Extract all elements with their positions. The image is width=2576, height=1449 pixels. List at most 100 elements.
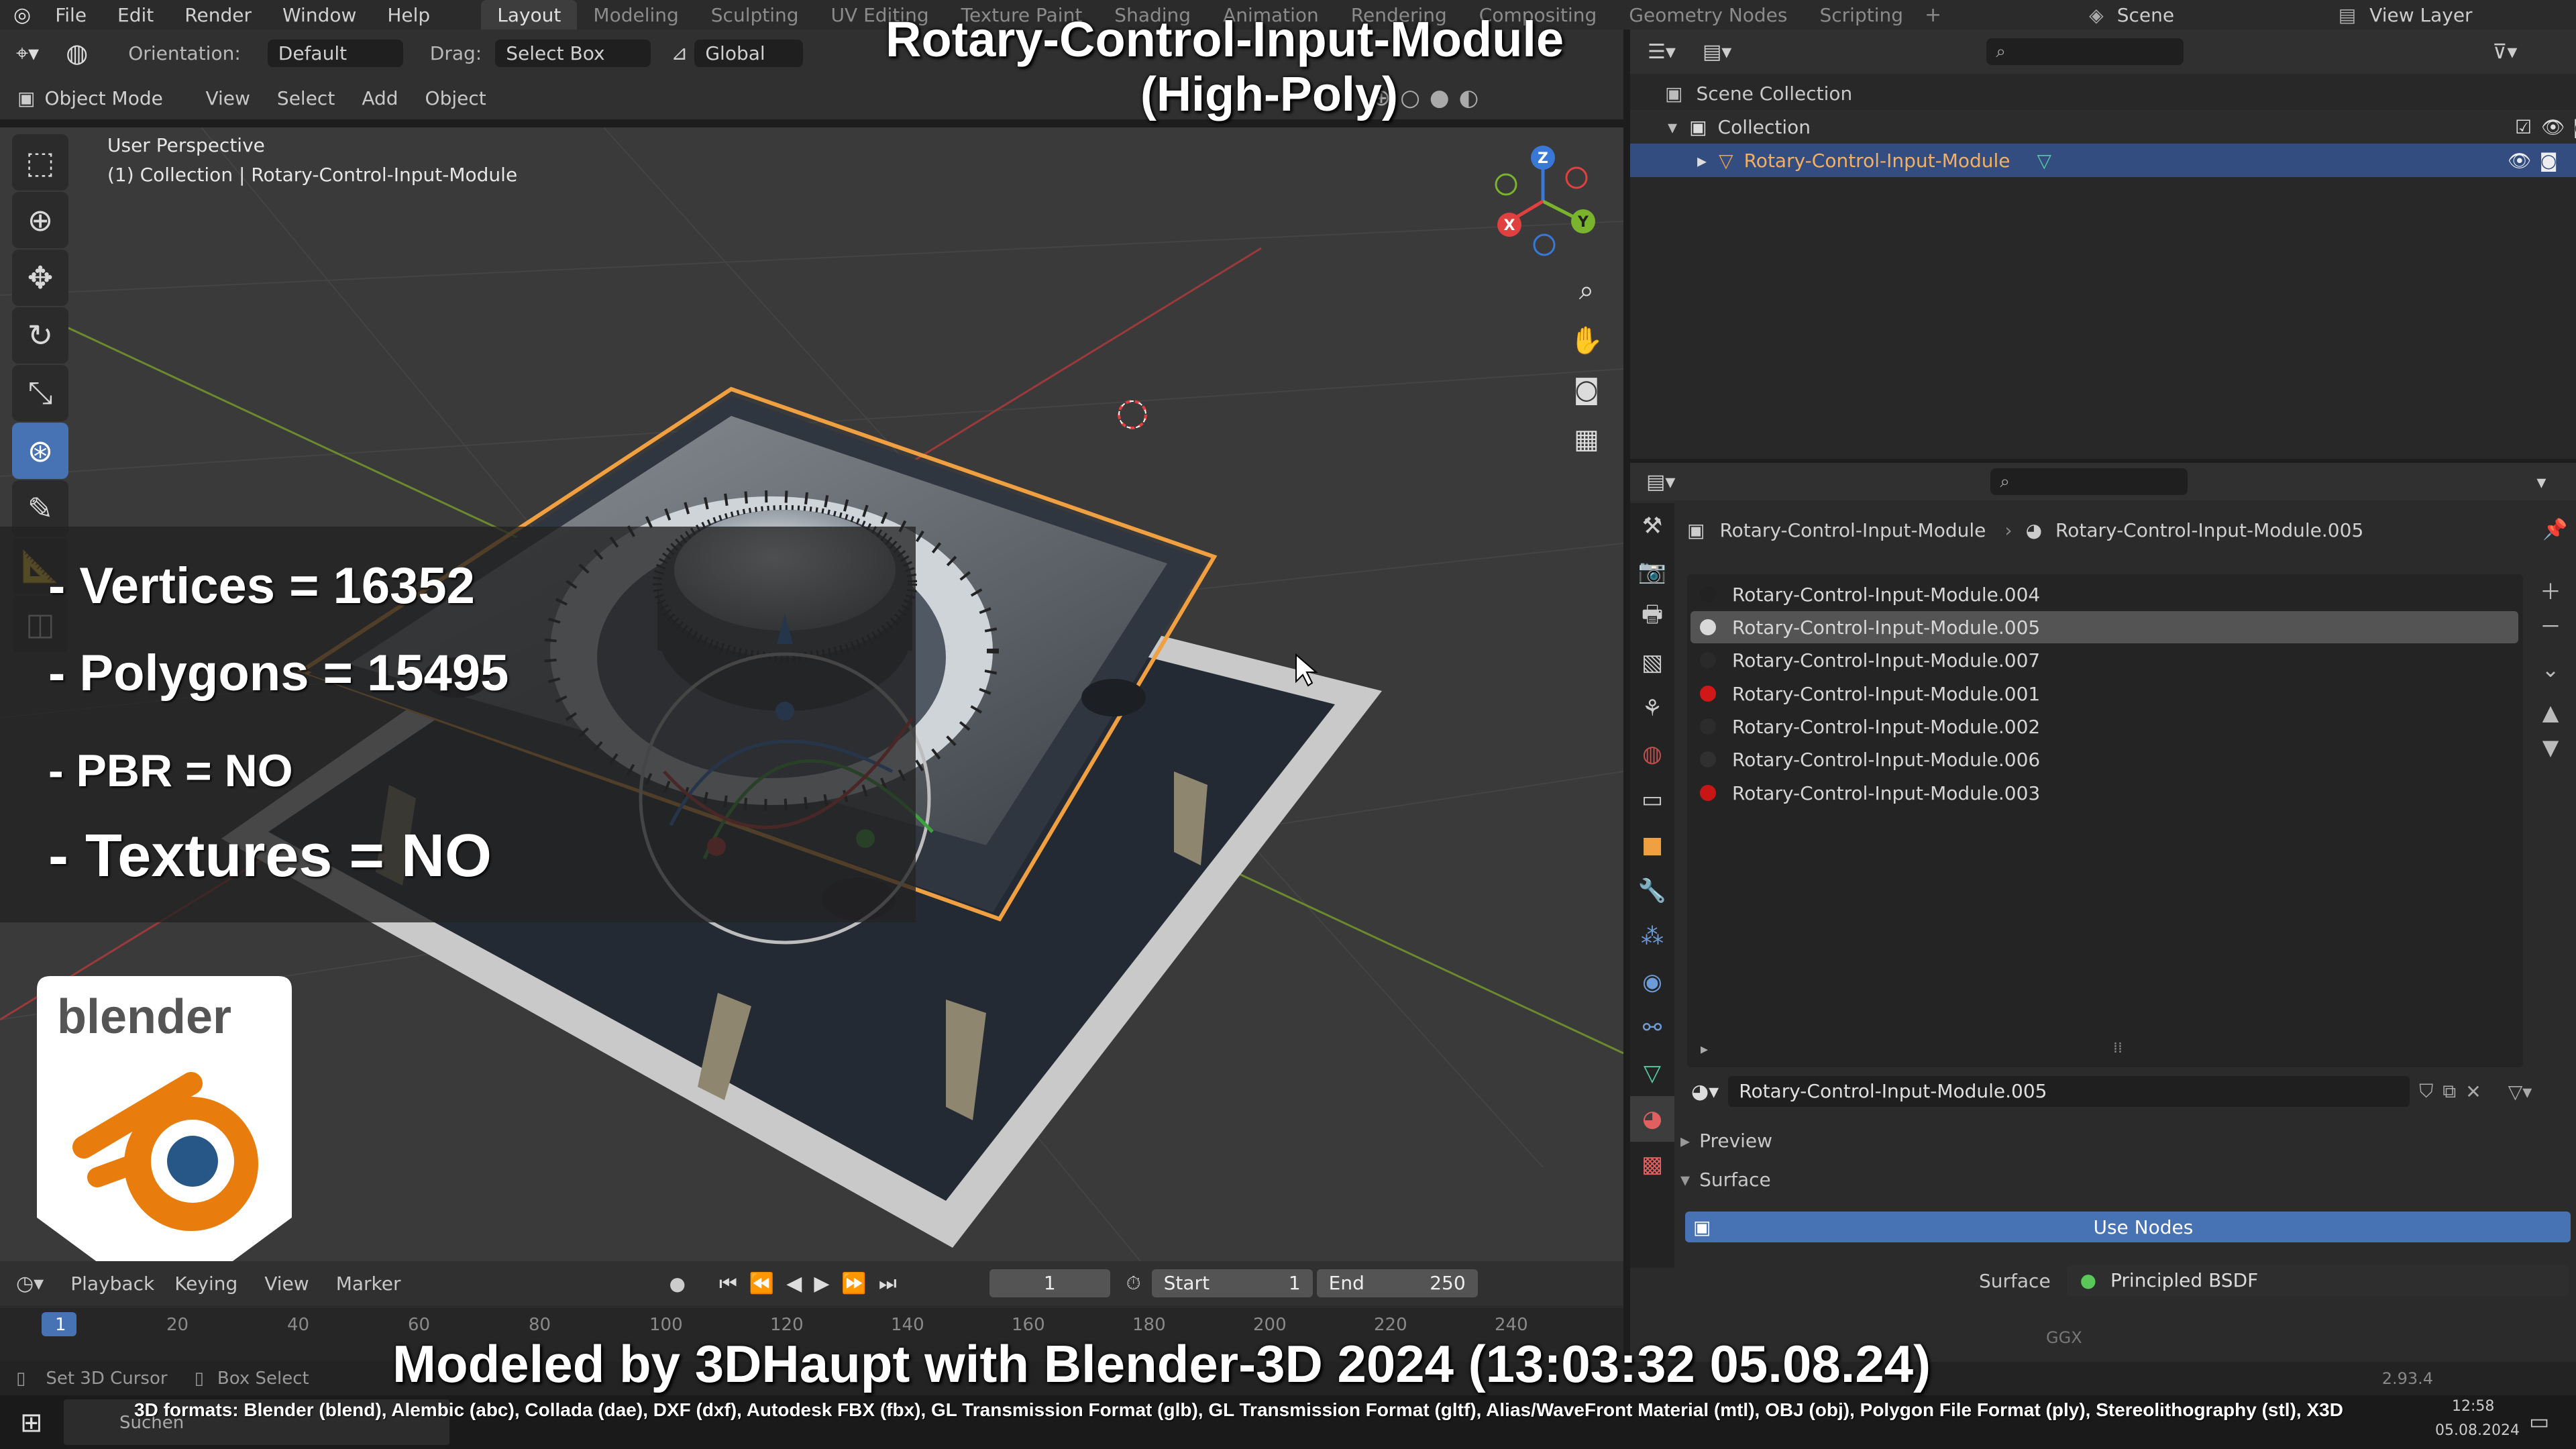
slot-specials-icon[interactable]: ⌄ [2537,652,2564,687]
orientation-dropdown[interactable]: Default [267,39,403,67]
viewport-menu-object[interactable]: Object [425,87,486,109]
pan-hand-icon[interactable]: ✋ [1563,317,1610,364]
zoom-icon[interactable]: ⌕ [1563,267,1610,314]
expand-arrow-icon[interactable]: ▸ [1697,150,1707,172]
render-tab-icon[interactable]: 📷 [1630,549,1674,594]
preview-panel-header[interactable]: ▸ Preview [1680,1127,1772,1154]
move-slot-down-icon[interactable]: ▼ [2537,730,2564,765]
move-tool-icon[interactable]: ✥ [12,250,68,306]
camera-view-icon[interactable]: ◙ [1563,366,1610,413]
outliner-row-object[interactable]: ▸ ▽ Rotary-Control-Input-Module ▽ 👁 ◙ [1630,144,2576,177]
editor-type-icon[interactable]: ⌖▾ [16,40,39,66]
add-workspace-icon[interactable]: + [1925,3,1941,27]
collection-render-icon[interactable]: ◙ [2573,116,2576,138]
timeline-menu-keying[interactable]: Keying [174,1273,237,1295]
list-resize-handle-icon[interactable]: ⁞⁞ [2113,1040,2123,1057]
tool-tab-icon[interactable]: ⚒ [1630,503,1674,549]
transform-tool-icon[interactable]: ⊛ [12,423,68,479]
duplicate-material-icon[interactable]: ⧉ [2443,1080,2456,1103]
tab-layout[interactable]: Layout [481,0,578,30]
object-visibility-icon[interactable]: 👁 [2508,150,2532,172]
ortho-grid-icon[interactable]: ▦ [1563,416,1610,463]
properties-editor-icon[interactable]: ▤▾ [1646,470,1675,494]
viewport-menu-add[interactable]: Add [362,87,398,109]
constraints-tab-icon[interactable]: ⚯ [1630,1005,1674,1051]
expand-arrow-icon[interactable]: ▾ [1668,116,1677,138]
select-box-tool-icon[interactable]: ⬚ [12,134,68,191]
outliner-editor-icon[interactable]: ☰▾ [1648,40,1676,64]
properties-options-icon[interactable]: ▾ [2536,471,2546,493]
blender-menu-icon[interactable]: ◎ [13,3,31,27]
surface-shader-field[interactable]: ● Principled BSDF [2066,1265,2569,1296]
physics-tab-icon[interactable]: ◉ [1630,959,1674,1005]
menu-help[interactable]: Help [387,4,430,26]
collection-tab-icon[interactable]: ▭ [1630,777,1674,822]
tab-modeling[interactable]: Modeling [577,0,694,30]
scale-tool-icon[interactable]: ⤡ [12,365,68,421]
view-layer-tab-icon[interactable]: ▧ [1630,640,1674,686]
navigation-gizmo[interactable]: Z Y X [1483,141,1603,262]
remove-slot-icon[interactable]: － [2537,609,2564,644]
menu-render[interactable]: Render [184,4,252,26]
material-slot-row[interactable]: Rotary-Control-Input-Module.006 [1690,743,2518,775]
timeline-menu-marker[interactable]: Marker [336,1273,401,1295]
tab-scripting[interactable]: Scripting [1803,0,1919,30]
object-render-icon[interactable]: ◙ [2540,150,2558,172]
data-tab-icon[interactable]: ▽ [1630,1051,1674,1096]
drag-dropdown[interactable]: Select Box [495,39,651,67]
material-tab-icon[interactable]: ◕ [1630,1096,1674,1142]
material-name-field[interactable]: Rotary-Control-Input-Module.005 [1728,1076,2410,1107]
rotate-tool-icon[interactable]: ↻ [12,307,68,364]
viewport-menu-view[interactable]: View [205,87,250,109]
output-tab-icon[interactable]: 🖶 [1630,594,1674,640]
current-frame-field[interactable]: 1 [989,1269,1110,1297]
outliner-row-collection[interactable]: ▾ ▣ Collection ☑ 👁 ◙ [1630,110,2576,144]
use-nodes-button[interactable]: ▣ Use Nodes [1685,1212,2571,1242]
start-frame-field[interactable]: Start 1 [1151,1269,1313,1297]
outliner-filter-icon[interactable]: ⊽▾ [2492,40,2517,64]
menu-edit[interactable]: Edit [117,4,154,26]
tab-sculpting[interactable]: Sculpting [695,0,815,30]
viewport-menu-select[interactable]: Select [277,87,335,109]
add-slot-icon[interactable]: ＋ [2537,574,2564,609]
collection-checkbox-icon[interactable]: ☑ [2515,116,2532,138]
outliner-search-input[interactable]: ⌕ [1986,38,2184,65]
tab-geometry-nodes[interactable]: Geometry Nodes [1613,0,1803,30]
particles-tab-icon[interactable]: ⁂ [1630,914,1674,959]
outliner-display-mode-icon[interactable]: ▤▾ [1703,40,1731,64]
timeline-menu-playback[interactable]: Playback [70,1273,154,1295]
scene-selector[interactable]: Scene [2117,4,2339,26]
material-slot-row[interactable]: Rotary-Control-Input-Module.001 [1690,678,2518,710]
material-slot-row[interactable]: Rotary-Control-Input-Module.003 [1690,777,2518,809]
modifier-tab-icon[interactable]: 🔧 [1630,868,1674,914]
preview-range-icon[interactable]: ⏱ [1126,1272,1141,1295]
menu-file[interactable]: File [55,4,87,26]
menu-window[interactable]: Window [282,4,356,26]
cursor-tool-icon[interactable]: ⊕ [12,192,68,248]
material-slot-row[interactable]: Rotary-Control-Input-Module.004 [1690,578,2518,610]
view-layer-selector[interactable]: View Layer [2369,4,2472,26]
material-slot-row[interactable]: Rotary-Control-Input-Module.005 [1690,611,2518,643]
auto-keying-icon[interactable]: ● [669,1273,686,1295]
texture-tab-icon[interactable]: ▩ [1630,1142,1674,1187]
object-tab-icon[interactable]: ■ [1630,822,1674,868]
transform-orientation-dropdown[interactable]: Global [694,39,804,67]
collection-visibility-icon[interactable]: 👁 [2541,116,2565,138]
outliner-row-scene-collection[interactable]: ▣ Scene Collection [1630,76,2576,110]
pin-icon[interactable]: 📌 [2542,518,2567,541]
world-tab-icon[interactable]: ◍ [1630,731,1674,777]
timeline-editor-icon[interactable]: ◷▾ [16,1272,44,1295]
distribution-field-partial[interactable]: GGX [2046,1328,2082,1347]
mode-dropdown[interactable]: Object Mode [44,87,185,109]
fake-user-icon[interactable]: ⛉ [2419,1080,2433,1103]
move-slot-up-icon[interactable]: ▲ [2537,695,2564,730]
material-browse-icon[interactable]: ◕▾ [1691,1080,1719,1104]
properties-search-input[interactable]: ⌕ [1990,468,2188,495]
active-tool-icon[interactable]: ◍ [66,38,88,68]
surface-panel-header[interactable]: ▾ Surface [1680,1166,1771,1193]
windows-start-icon[interactable]: ⊞ [20,1407,43,1438]
playback-controls[interactable]: ⏮⏪◀▶⏩⏭ [719,1272,909,1295]
list-expand-icon[interactable]: ▸ [1701,1041,1708,1058]
link-type-icon[interactable]: ▽▾ [2508,1081,2532,1103]
unlink-material-icon[interactable]: ✕ [2465,1081,2481,1103]
